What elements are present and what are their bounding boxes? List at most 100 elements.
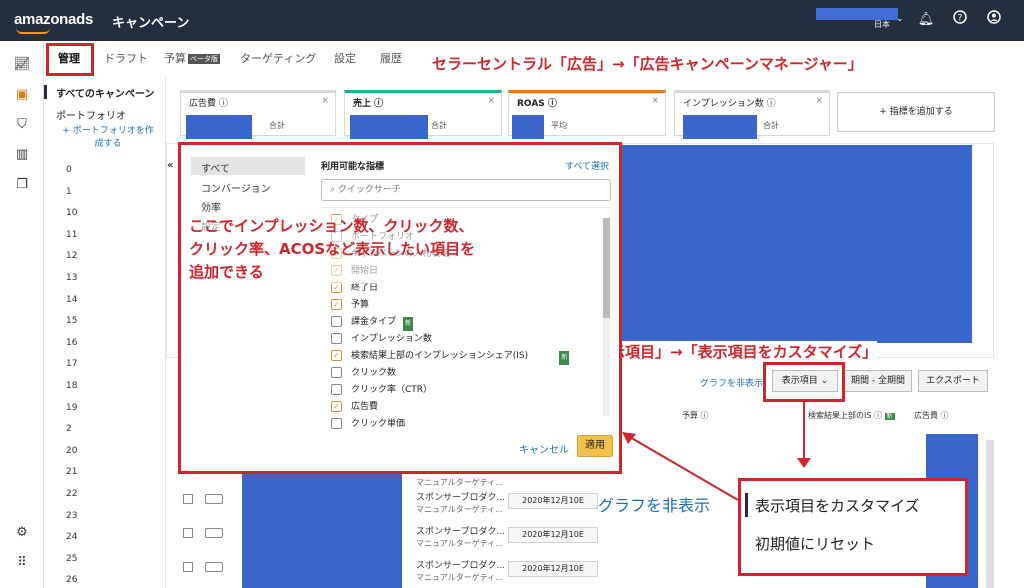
- metric-checkbox[interactable]: [331, 333, 342, 344]
- metric-card-sales[interactable]: 売上 ⓘ × 合計: [344, 90, 502, 139]
- row-number: 24: [66, 532, 78, 543]
- tab-history[interactable]: 履歴: [380, 50, 402, 66]
- card-sub: 平均: [551, 121, 567, 130]
- close-icon[interactable]: ×: [487, 96, 495, 106]
- metric-checkbox[interactable]: ✓: [331, 401, 342, 412]
- row-name[interactable]: スポンサープロダク...: [416, 524, 505, 537]
- tab-settings[interactable]: 設定: [334, 50, 356, 66]
- row-number: 2: [66, 424, 72, 435]
- create-portfolio-link[interactable]: + ポートフォリオを作成する: [58, 125, 158, 151]
- period-button[interactable]: 期間 - 全期間: [844, 370, 912, 392]
- column-header-budget[interactable]: 予算 ⓘ: [682, 410, 709, 421]
- metric-checkbox[interactable]: [331, 384, 342, 395]
- close-icon[interactable]: ×: [651, 96, 659, 106]
- shield-icon[interactable]: ⛉: [12, 117, 32, 135]
- card-label: 広告費 ⓘ: [189, 99, 228, 109]
- row-start-date[interactable]: 2020年12月10E: [508, 527, 598, 543]
- annotation-line: 追加できる: [189, 263, 264, 281]
- gear-icon[interactable]: ⚙: [12, 525, 32, 543]
- metric-label: 課金タイプ: [351, 317, 397, 327]
- metric-checkbox[interactable]: ✓: [331, 350, 342, 361]
- row-name[interactable]: スポンサープロダク...: [416, 558, 505, 571]
- row-number: 1: [66, 186, 72, 197]
- help-icon[interactable]: ?: [950, 10, 970, 30]
- chevron-down-icon[interactable]: ⌄: [896, 14, 904, 24]
- grid-apps-icon[interactable]: ⠿: [12, 555, 32, 573]
- bar-chart-icon[interactable]: ▥: [12, 147, 32, 165]
- card-label: ROAS ⓘ: [517, 99, 557, 109]
- select-all-link[interactable]: すべて選択: [565, 159, 609, 172]
- category-conversion[interactable]: コンバージョン: [201, 180, 271, 195]
- row-toggle[interactable]: [205, 562, 223, 572]
- tab-drafts[interactable]: ドラフト: [104, 50, 148, 66]
- cancel-button[interactable]: キャンセル: [519, 441, 569, 456]
- gallery-icon[interactable]: ❐: [12, 177, 32, 195]
- user-account-icon[interactable]: [984, 10, 1004, 30]
- close-icon[interactable]: ×: [815, 96, 823, 106]
- column-header-ad-spend[interactable]: 広告費 ⓘ: [914, 410, 949, 421]
- metric-label: 予算: [351, 300, 370, 310]
- row-number: 20: [66, 445, 78, 456]
- logo-smile-icon: [16, 28, 50, 34]
- row-toggle[interactable]: [205, 494, 223, 504]
- row-start-date[interactable]: 2020年12月10E: [508, 493, 598, 509]
- metric-checkbox[interactable]: [331, 316, 342, 327]
- table-scrollbar[interactable]: [986, 440, 994, 588]
- campaign-icon[interactable]: ▣: [12, 87, 32, 105]
- reset-to-default-option[interactable]: 初期値にリセット: [755, 533, 875, 554]
- row-number: 17: [66, 359, 78, 370]
- new-badge: 新: [559, 351, 570, 365]
- partial-row-sub: マニュアルターゲティ...: [416, 478, 503, 487]
- scroll-thumb[interactable]: [603, 218, 610, 318]
- metric-card-impressions[interactable]: インプレッション数 ⓘ × 合計: [674, 90, 830, 139]
- tab-targeting[interactable]: ターゲティング: [240, 50, 316, 66]
- beta-badge: ベータ版: [188, 54, 220, 64]
- row-number: 19: [66, 402, 78, 413]
- card-label: インプレッション数 ⓘ: [683, 99, 776, 109]
- hide-graph-link[interactable]: グラフを非表示: [700, 376, 763, 389]
- column-header-impression-share[interactable]: 検索結果上部のIS ⓘ 新: [808, 410, 895, 421]
- row-number: 10: [66, 208, 78, 219]
- page-title: キャンペーン: [112, 16, 190, 31]
- row-checkbox[interactable]: [183, 562, 193, 572]
- customize-display-items-option[interactable]: 表示項目をカスタマイズ: [755, 495, 920, 516]
- annotation-line: クリック率、ACOSなど表示したい項目を: [189, 240, 476, 258]
- quick-search-input[interactable]: ⌕ クイックサーチ: [321, 179, 611, 201]
- trend-icon[interactable]: 📈︎: [12, 57, 32, 75]
- locale-label[interactable]: 日本: [874, 19, 890, 30]
- bell-icon[interactable]: 🔔︎: [916, 10, 936, 30]
- export-button[interactable]: エクスポート: [918, 370, 988, 392]
- row-toggle[interactable]: [205, 528, 223, 538]
- apply-button[interactable]: 適用: [577, 435, 613, 457]
- metric-card-roas[interactable]: ROAS ⓘ × 平均: [508, 90, 666, 139]
- close-icon[interactable]: ×: [321, 96, 329, 106]
- amazon-ads-logo[interactable]: amazonads: [14, 11, 93, 34]
- metric-checkbox[interactable]: [331, 367, 342, 378]
- highlight-display-items: [763, 362, 845, 402]
- category-all[interactable]: すべて: [201, 160, 230, 175]
- new-badge: 新: [884, 413, 895, 420]
- row-checkbox[interactable]: [183, 494, 193, 504]
- metric-label: クリック数: [351, 368, 397, 378]
- category-efficiency[interactable]: 効率: [201, 199, 221, 214]
- metric-checkbox[interactable]: ✓: [331, 299, 342, 310]
- left-icon-rail: 📈︎ ▣ ⛉ ▥ ❐ ⚙ ⠿: [0, 41, 44, 588]
- customize-columns-dialog: すべて コンバージョン 効率 設定 利用可能な指標 すべて選択 ⌕ クイックサー…: [178, 142, 622, 474]
- search-placeholder: クイックサーチ: [337, 185, 401, 195]
- add-metric-button[interactable]: + 指標を追加する: [837, 92, 995, 132]
- annotation-middle: 示項目」→「表示項目をカスタマイズ」: [610, 341, 878, 362]
- metric-checkbox[interactable]: [331, 418, 342, 429]
- row-name[interactable]: スポンサープロダク...: [416, 490, 505, 503]
- row-number: 23: [66, 510, 78, 521]
- redacted-value: [683, 115, 757, 139]
- highlight-manage-tab: [46, 43, 94, 76]
- card-sub: 合計: [431, 121, 447, 130]
- sidebar-item-portfolio[interactable]: ポートフォリオ: [56, 107, 126, 122]
- row-start-date[interactable]: 2020年12月10E: [508, 561, 598, 577]
- sidebar-item-all-campaigns[interactable]: すべてのキャンペーン: [56, 85, 154, 100]
- metric-card-ad-spend[interactable]: 広告費 ⓘ × 合計: [180, 90, 336, 139]
- tab-budget[interactable]: 予算 ベータ版: [164, 50, 220, 66]
- row-checkbox[interactable]: [183, 528, 193, 538]
- row-sub: マニュアルターゲティ...: [416, 539, 503, 548]
- metric-list-scrollbar[interactable]: [603, 218, 610, 416]
